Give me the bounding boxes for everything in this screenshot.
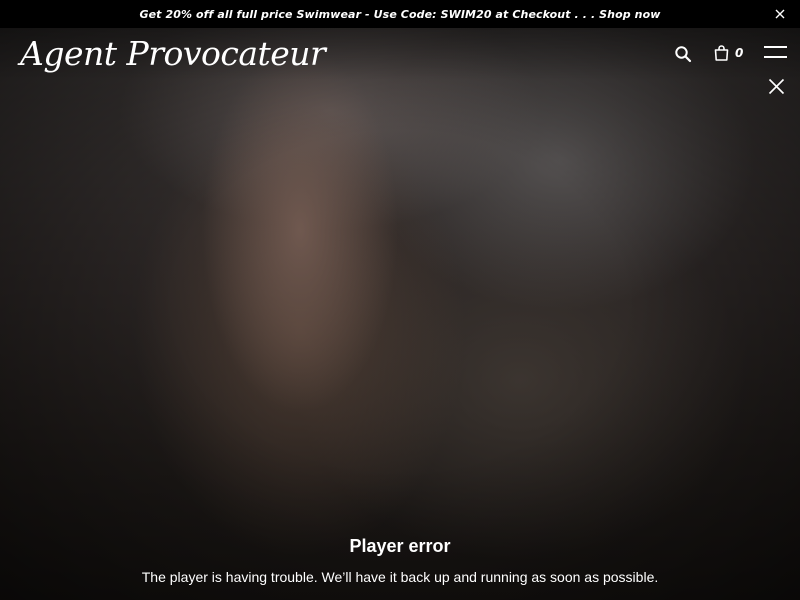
shopping-bag-icon bbox=[714, 45, 729, 61]
promo-text[interactable]: Get 20% off all full price Swimwear - Us… bbox=[139, 8, 660, 21]
player-error: Player error The player is having troubl… bbox=[0, 532, 800, 591]
cart-button[interactable]: 0 bbox=[714, 44, 743, 62]
menu-line bbox=[764, 56, 787, 58]
cart-count: 0 bbox=[735, 46, 744, 60]
brand-logo[interactable]: Agent Provocateur bbox=[20, 32, 326, 78]
site-header: Agent Provocateur 0 bbox=[0, 28, 800, 80]
hamburger-menu-icon[interactable] bbox=[764, 46, 787, 60]
close-icon[interactable] bbox=[768, 78, 785, 95]
search-icon[interactable] bbox=[674, 45, 692, 63]
close-icon[interactable] bbox=[774, 8, 786, 20]
error-message: The player is having trouble. We’ll have… bbox=[141, 569, 659, 585]
error-title: Player error bbox=[349, 536, 451, 556]
video-background bbox=[0, 0, 800, 600]
menu-line bbox=[764, 46, 787, 48]
promo-banner[interactable]: Get 20% off all full price Swimwear - Us… bbox=[0, 0, 800, 28]
